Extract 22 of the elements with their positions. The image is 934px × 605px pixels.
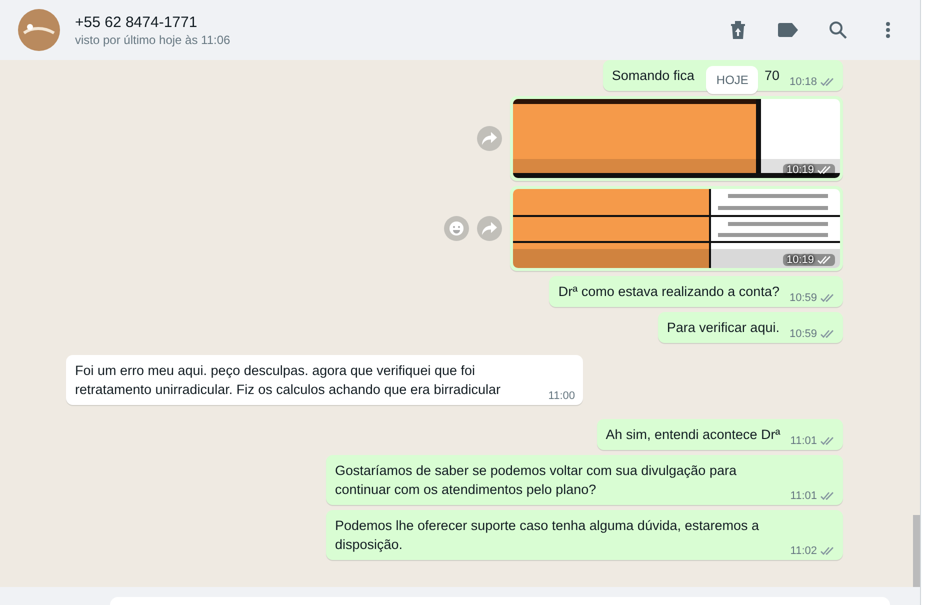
scrollbar-thumb[interactable]	[913, 515, 920, 587]
message-time: 10:19	[786, 254, 814, 266]
message-text: Para verificar aqui.	[666, 319, 780, 337]
message-text: Podemos lhe oferecer suporte caso tenha alguma dúvida, estaremos a disposição.	[335, 517, 760, 554]
contact-name: +55 62 8474-1771	[75, 14, 198, 30]
message-time: 10:19	[786, 164, 814, 176]
message-time: 10:59	[789, 292, 817, 304]
message-time: 11:01	[790, 435, 817, 447]
date-badge: HOJE	[706, 66, 758, 94]
message-text: Drª como estava realizando a conta?	[558, 283, 780, 301]
message-time: 11:02	[790, 545, 817, 557]
message-time: 11:00	[548, 390, 575, 402]
message-time: 11:01	[790, 490, 817, 502]
message-text: Ah sim, entendi acontece Drª	[606, 426, 780, 444]
message-text: Somando fica	[612, 67, 694, 85]
message-text: 70	[764, 67, 780, 85]
message-text: Gostaríamos de saber se podemos voltar com sua divulgação para continuar com os atendimentos pelo plano?	[335, 462, 738, 499]
last-seen: visto por último hoje às 11:06	[75, 32, 232, 46]
avatar[interactable]	[18, 9, 60, 51]
message-text: Foi um erro meu aqui. peço desculpas. agora que verifiquei que foi retratamento unirradicular. Fiz os calculos achando que era birradicular	[75, 362, 502, 399]
message-time: 10:18	[789, 76, 817, 88]
message-time: 10:59	[789, 328, 817, 340]
